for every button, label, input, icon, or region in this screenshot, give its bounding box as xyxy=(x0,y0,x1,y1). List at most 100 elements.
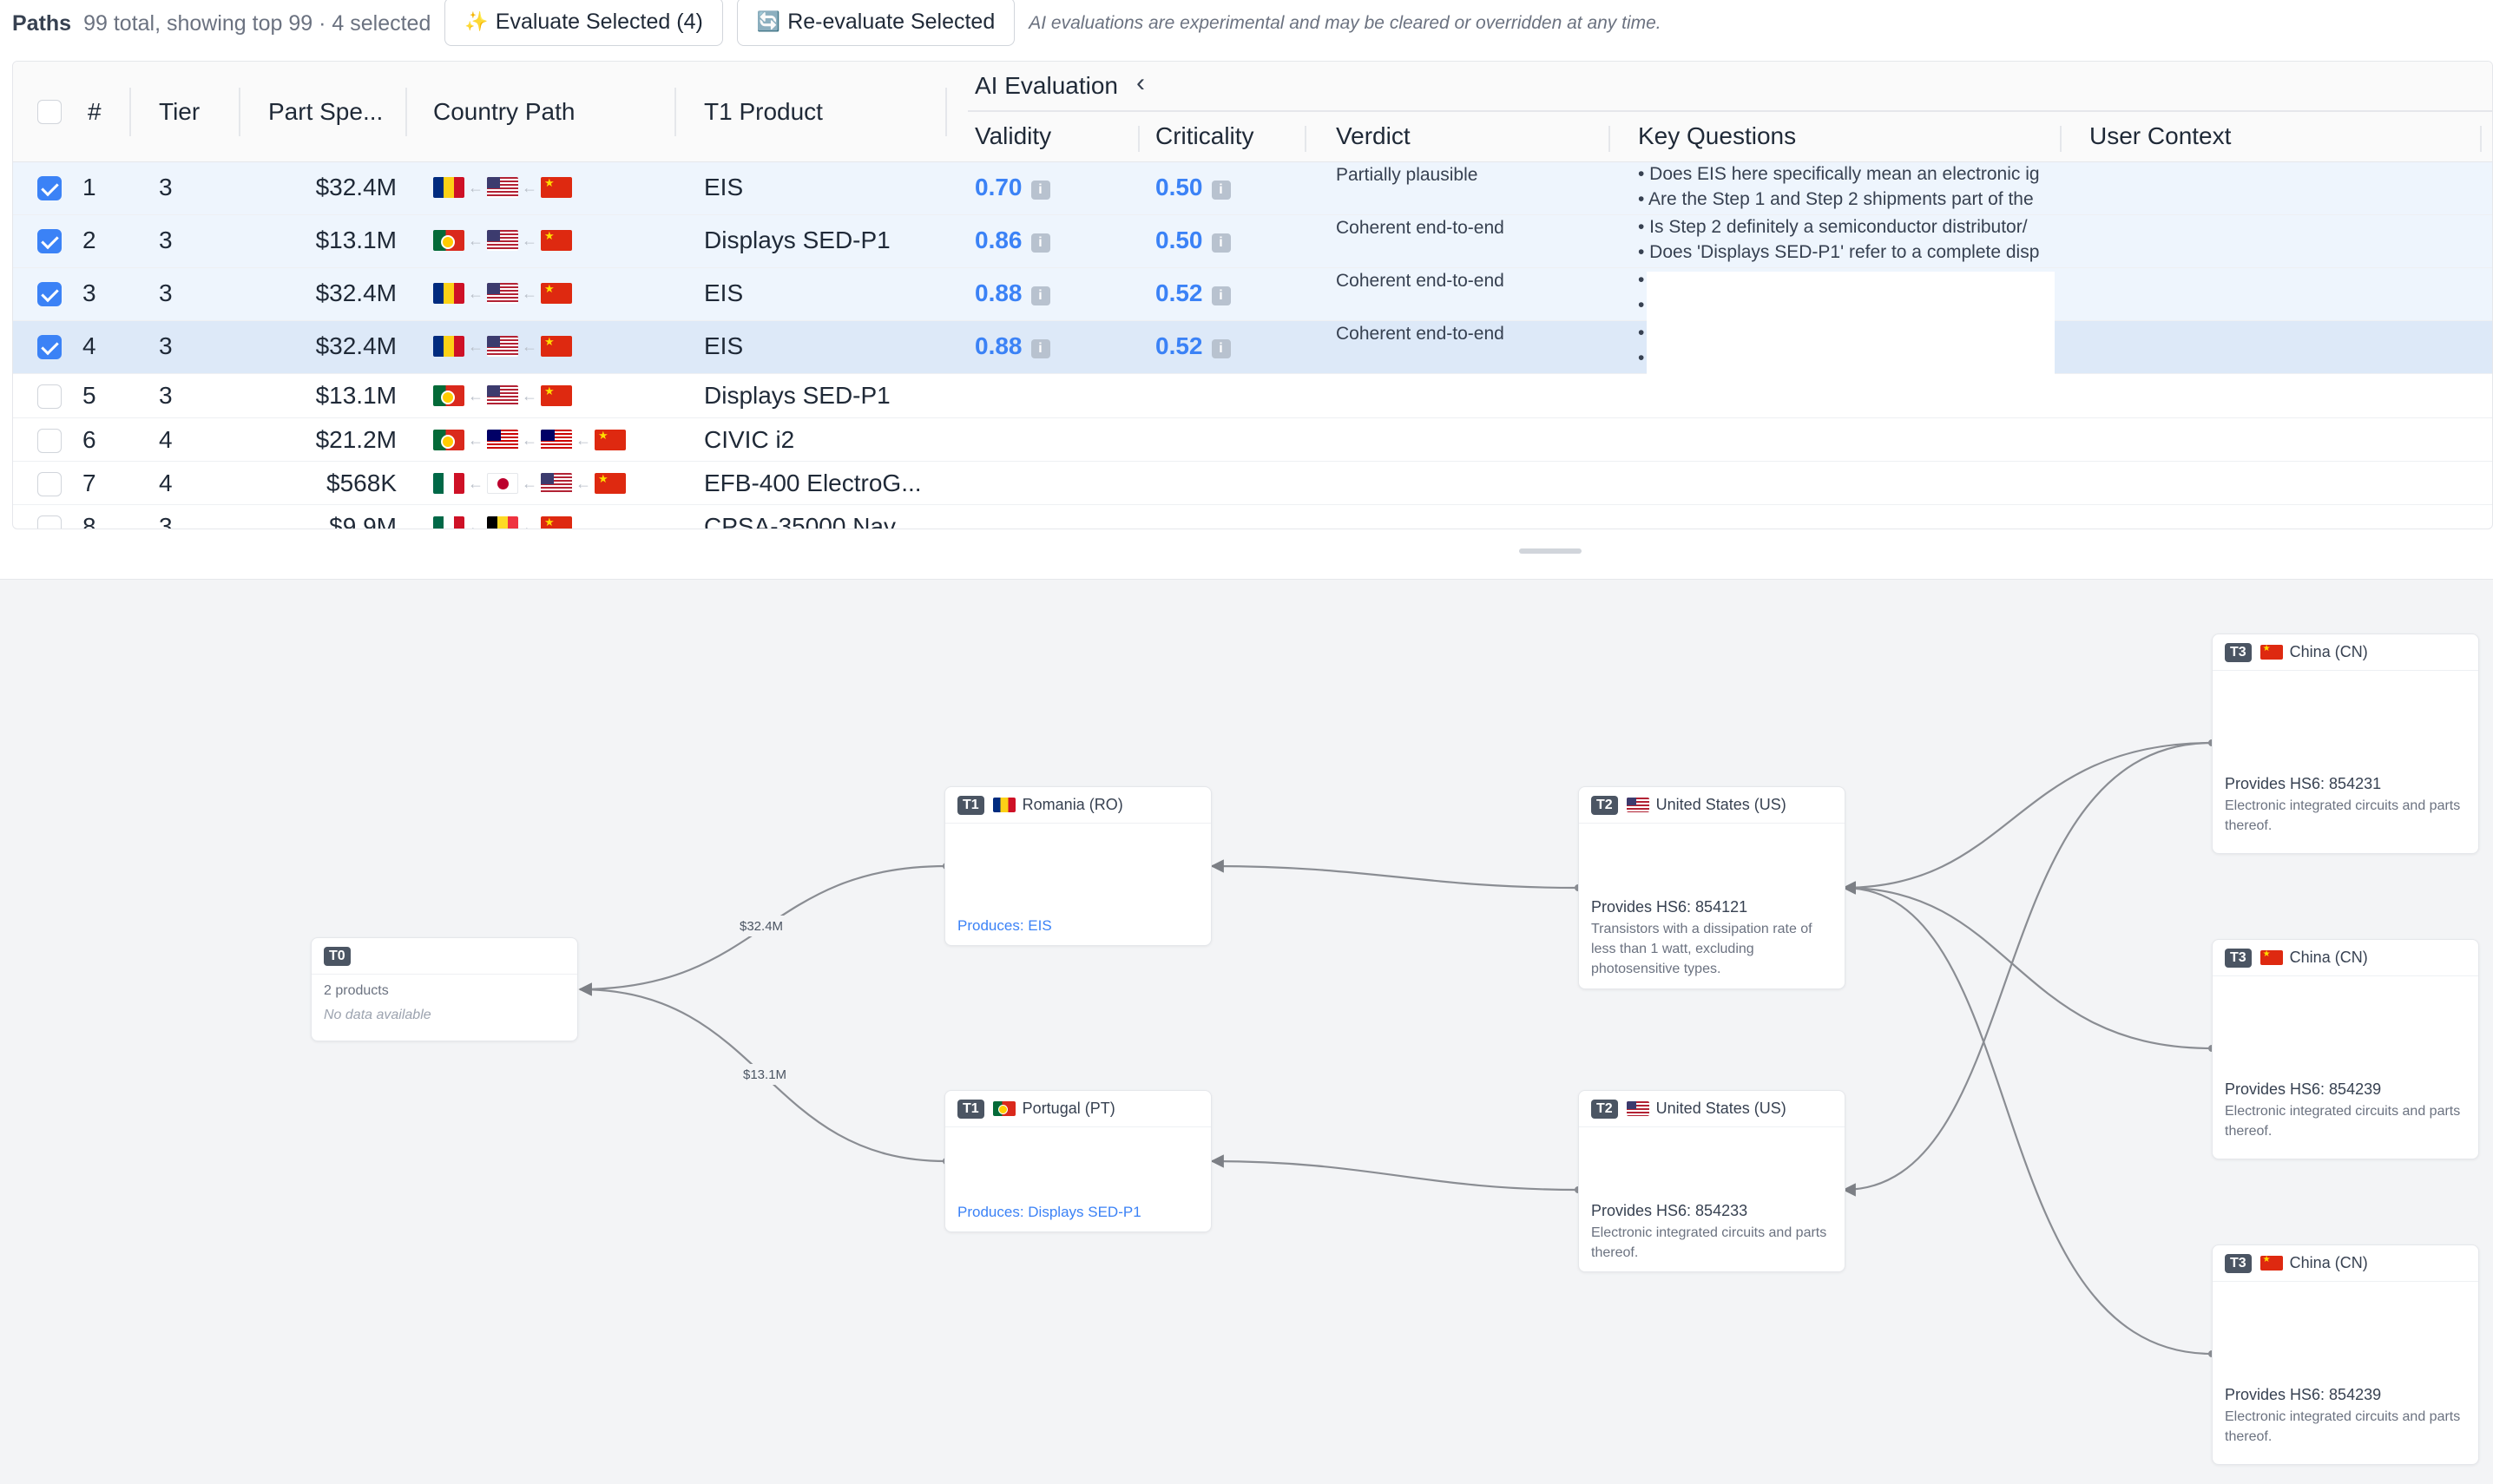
row-tier: 3 xyxy=(159,332,173,359)
row-validity: 0.88 i xyxy=(975,332,1050,360)
row-checkbox[interactable] xyxy=(37,429,62,453)
col-criticality[interactable]: Criticality xyxy=(1155,122,1254,150)
node-t3-china-3[interactable]: T3 China (CN) Provides HS6: 854239 Elect… xyxy=(2212,1244,2479,1465)
row-checkbox[interactable] xyxy=(37,176,62,200)
row-verdict: Coherent end-to-end xyxy=(1336,218,1504,238)
row-checkbox[interactable] xyxy=(37,515,62,529)
drag-handle[interactable] xyxy=(1519,548,1582,554)
arrow-left-icon: ← xyxy=(522,474,537,492)
node-t3-china-2[interactable]: T3 China (CN) Provides HS6: 854239 Elect… xyxy=(2212,939,2479,1159)
edge-cn3-us1 xyxy=(1842,881,2213,1356)
table-row[interactable]: 23$13.1M←←Displays SED-P10.86i0.50iCoher… xyxy=(13,215,2492,268)
t0-empty: No data available xyxy=(324,1008,431,1022)
row-checkbox[interactable] xyxy=(37,335,62,359)
row-t1-product: EIS xyxy=(704,279,744,306)
node-t2-us-1[interactable]: T2 United States (US) Provides HS6: 8541… xyxy=(1578,786,1845,989)
paths-title: Paths xyxy=(12,10,72,36)
info-icon[interactable]: i xyxy=(1030,233,1050,253)
row-tier: 4 xyxy=(159,469,173,496)
arrow-left-icon: ← xyxy=(468,386,483,404)
panel-splitter[interactable] xyxy=(0,531,2493,580)
table-row[interactable]: 6 4 $21.2M ← ← ← CIVIC i2 xyxy=(13,418,2492,462)
row-checkbox[interactable] xyxy=(37,229,62,253)
col-tier[interactable]: Tier xyxy=(159,98,200,126)
arrow-left-icon: ← xyxy=(576,474,591,492)
node-desc: Electronic integrated circuits and parts… xyxy=(2225,1409,2461,1444)
arrow-left-icon: ← xyxy=(468,284,483,302)
table-row[interactable]: 53$13.1M←←Displays SED-P1 xyxy=(13,374,2492,418)
row-part-spend: $9.9M xyxy=(329,513,397,529)
node-t2-us-2[interactable]: T2 United States (US) Provides HS6: 8542… xyxy=(1578,1090,1845,1272)
info-icon[interactable]: i xyxy=(1030,339,1050,358)
reevaluate-selected-button[interactable]: 🔄 Re-evaluate Selected xyxy=(736,0,1016,46)
arrow-left-icon: ← xyxy=(522,430,537,449)
col-t1-product[interactable]: T1 Product xyxy=(704,98,823,126)
node-t1-romania[interactable]: T1 Romania (RO) Produces: EIS xyxy=(944,786,1212,946)
supply-chain-graph[interactable]: $32.4M $13.1M T0 2 products No data avai… xyxy=(0,580,2493,1484)
row-t1-product: CPSA-35000 Nav... xyxy=(704,513,915,529)
flag-china-icon xyxy=(541,283,572,304)
col-user-context[interactable]: User Context xyxy=(2089,122,2231,150)
key-questions-blank xyxy=(1647,272,2055,381)
chevron-left-icon[interactable]: ‹ xyxy=(1136,69,1145,98)
row-part-spend: $32.4M xyxy=(315,332,397,359)
row-checkbox[interactable] xyxy=(37,384,62,409)
arrow-left-icon: ← xyxy=(522,517,537,529)
col-num[interactable]: # xyxy=(88,98,102,126)
row-country-path: ← ← xyxy=(433,385,572,406)
flag-us-icon xyxy=(541,473,572,494)
table-header: # Tier Part Spe... Country Path T1 Produ… xyxy=(13,62,2492,162)
row-country-path: ← ← ← xyxy=(433,430,626,450)
col-key-questions[interactable]: Key Questions xyxy=(1638,122,1796,150)
edge-label-pt: $13.1M xyxy=(743,1067,786,1082)
row-country-path: ← ← xyxy=(433,516,572,529)
col-part-spend[interactable]: Part Spe... xyxy=(268,98,383,126)
col-country-path[interactable]: Country Path xyxy=(433,98,575,126)
table-row[interactable]: 13$32.4M←←EIS0.70i0.50iPartially plausib… xyxy=(13,162,2492,215)
flag-china-icon xyxy=(541,516,572,529)
flag-us-icon xyxy=(487,385,518,406)
row-t1-product: EIS xyxy=(704,332,744,359)
info-icon[interactable]: i xyxy=(1211,181,1231,200)
t0-products: 2 products xyxy=(324,983,389,998)
select-all-checkbox[interactable] xyxy=(37,100,62,124)
row-country-path: ← ← xyxy=(433,283,572,304)
row-checkbox[interactable] xyxy=(37,472,62,496)
node-t3-china-1[interactable]: T3 China (CN) Provides HS6: 854231 Elect… xyxy=(2212,634,2479,854)
row-checkbox[interactable] xyxy=(37,282,62,306)
evaluate-selected-button[interactable]: ✨ Evaluate Selected (4) xyxy=(444,0,723,46)
info-icon[interactable]: i xyxy=(1211,286,1231,305)
node-t0[interactable]: T0 2 products No data available xyxy=(311,937,578,1041)
tier-badge: T3 xyxy=(2225,642,2252,662)
col-verdict[interactable]: Verdict xyxy=(1336,122,1411,150)
flag-portugal-icon xyxy=(433,430,464,450)
key-question: • Are the Step 1 and Step 2 shipments pa… xyxy=(1638,189,2034,209)
row-validity: 0.88 i xyxy=(975,279,1050,307)
toolbar: Paths 99 total, showing top 99 · 4 selec… xyxy=(0,0,2493,47)
flag-romania-icon xyxy=(433,336,464,357)
node-t1-portugal[interactable]: T1 Portugal (PT) Produces: Displays SED-… xyxy=(944,1090,1212,1232)
flag-china-icon xyxy=(541,230,572,251)
col-validity[interactable]: Validity xyxy=(975,122,1051,150)
tier-badge: T2 xyxy=(1591,1099,1618,1119)
arrow-left-icon: ← xyxy=(468,474,483,492)
row-num: 5 xyxy=(82,382,96,409)
row-part-spend: $568K xyxy=(326,469,397,496)
info-icon[interactable]: i xyxy=(1030,181,1050,200)
node-provides: Provides HS6: 854239 xyxy=(2225,1080,2382,1098)
flag-china-icon xyxy=(2259,950,2283,965)
tier-badge: T3 xyxy=(2225,948,2252,968)
info-icon[interactable]: i xyxy=(1211,233,1231,253)
table-row[interactable]: 43$32.4M←←EIS0.88i0.52iCoherent end-to-e… xyxy=(13,321,2492,374)
row-num: 7 xyxy=(82,469,96,496)
row-criticality: 0.52 i xyxy=(1155,332,1231,360)
edge-us1-ro xyxy=(1210,859,1579,890)
row-tier: 3 xyxy=(159,279,173,306)
row-verdict: Partially plausible xyxy=(1336,165,1478,185)
info-icon[interactable]: i xyxy=(1030,286,1050,305)
flag-china-icon xyxy=(2259,1256,2283,1271)
info-icon[interactable]: i xyxy=(1211,339,1231,358)
table-row[interactable]: 7 4 $568K ← ← ← EFB-400 ElectroG... xyxy=(13,462,2492,505)
table-row[interactable]: 83$9.9M←←CPSA-35000 Nav... xyxy=(13,505,2492,529)
table-row[interactable]: 33$32.4M←←EIS0.88i0.52iCoherent end-to-e… xyxy=(13,268,2492,321)
